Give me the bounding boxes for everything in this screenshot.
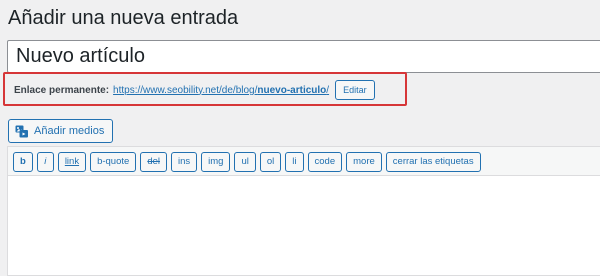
permalink-link[interactable]: https://www.seobility.net/de/blog/nuevo-… (113, 85, 329, 96)
quicktags-buttons: b i link b-quote del ins img ul ol li co… (13, 152, 481, 172)
quicktags-toolbar: b i link b-quote del ins img ul ol li co… (8, 147, 600, 176)
qt-ol-button[interactable]: ol (259, 152, 282, 172)
post-title-input[interactable] (7, 40, 600, 73)
qt-blockquote-button[interactable]: b-quote (90, 152, 137, 172)
qt-li-button[interactable]: li (285, 152, 304, 172)
permalink-slug: nuevo-articulo (257, 84, 327, 96)
edit-permalink-button[interactable]: Editar (335, 80, 375, 100)
qt-img-button[interactable]: img (201, 152, 231, 172)
qt-ul-button[interactable]: ul (234, 152, 256, 172)
qt-link-button[interactable]: link (57, 152, 87, 172)
permalink-url-base: https://www.seobility.net/de/blog/ (113, 84, 258, 96)
editor: b i link b-quote del ins img ul ol li co… (7, 146, 600, 276)
qt-code-button[interactable]: code (307, 152, 343, 172)
permalink-url-trailing: / (326, 84, 330, 96)
page-title: Añadir una nueva entrada (8, 7, 239, 29)
content-textarea[interactable] (8, 175, 600, 275)
add-media-label: Añadir medios (34, 125, 105, 137)
permalink-label: Enlace permanente: (14, 84, 110, 96)
qt-bold-button[interactable]: b (13, 152, 33, 172)
qt-ins-button[interactable]: ins (171, 152, 198, 172)
permalink: Enlace permanente: https://www.seobility… (14, 80, 375, 100)
qt-italic-button[interactable]: i (36, 152, 54, 172)
add-media-icon (15, 125, 28, 138)
qt-del-button[interactable]: del (140, 152, 167, 172)
add-media-button[interactable]: Añadir medios (8, 119, 114, 143)
qt-more-button[interactable]: more (346, 152, 382, 172)
qt-close-tags-button[interactable]: cerrar las etiquetas (385, 152, 481, 172)
